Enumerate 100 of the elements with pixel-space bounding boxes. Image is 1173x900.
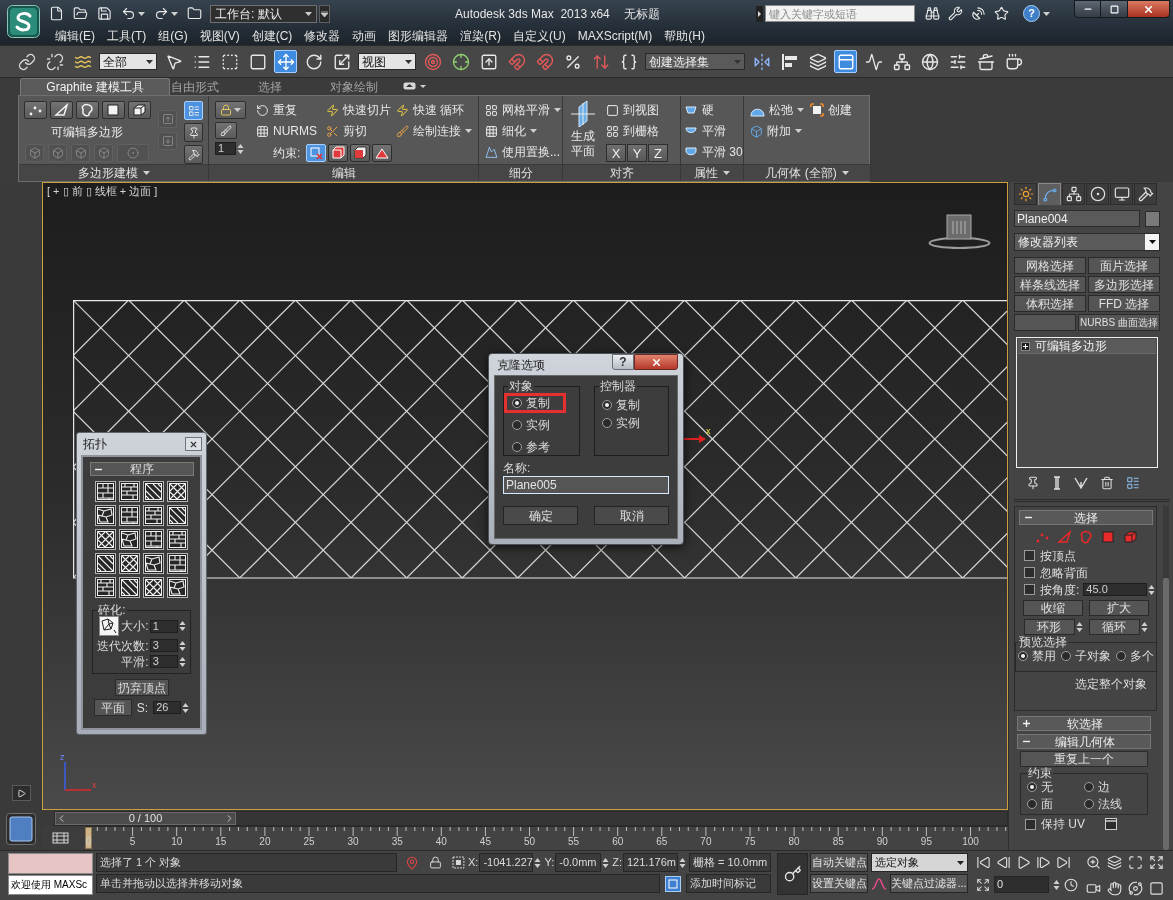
modifier-list-dropdown[interactable]: 修改器列表 [1014, 233, 1160, 251]
menu-item[interactable]: 创建(C) [251, 30, 293, 42]
repeat-last-button[interactable]: 重复上一个 [1020, 751, 1148, 767]
pattern-icon[interactable] [95, 553, 116, 574]
lock-icon[interactable] [429, 856, 443, 869]
spinner-arrows-icon[interactable] [1140, 621, 1148, 633]
checkbox[interactable] [1024, 567, 1035, 578]
selection-button[interactable]: 扩大 [1088, 600, 1149, 616]
sub-object-button[interactable] [75, 101, 99, 119]
object-name-field[interactable]: Plane004 [1014, 210, 1140, 227]
close-button[interactable] [185, 437, 202, 451]
align-button[interactable]: 到视图 [606, 102, 668, 118]
pattern-icon[interactable] [95, 529, 116, 550]
panel-tab[interactable] [1134, 183, 1157, 205]
rollout-header[interactable]: 选择 [1018, 510, 1153, 525]
radio-button[interactable] [512, 398, 522, 408]
scrollbar-thumb[interactable] [1163, 578, 1169, 850]
menu-item[interactable]: 帮助(H) [664, 30, 705, 42]
mode-button[interactable] [184, 145, 203, 164]
minimize-button[interactable] [1074, 0, 1101, 18]
close-button[interactable] [634, 354, 678, 370]
panel-tab[interactable] [1110, 183, 1133, 205]
edit-tool-button[interactable]: 绘制连接 [396, 123, 472, 139]
selection-button[interactable]: 环形 [1023, 619, 1075, 635]
expand-icon[interactable] [1149, 855, 1164, 870]
pattern-icon[interactable] [95, 481, 116, 502]
menu-item[interactable]: 修改器 [304, 30, 341, 42]
lock-button[interactable] [215, 101, 246, 119]
edit-tool-button[interactable]: 剪切 [326, 123, 367, 139]
star-icon[interactable] [994, 6, 1009, 21]
mode-button[interactable] [184, 123, 203, 142]
ribbon-tab[interactable]: 对象绘制 [320, 78, 388, 95]
pattern-icon[interactable] [95, 505, 116, 526]
pattern-icon[interactable] [143, 505, 164, 526]
panel-title[interactable]: 几何体 (全部) [765, 167, 837, 179]
expand-icon[interactable] [976, 877, 990, 892]
key-filters-button[interactable]: 关键点过滤器... [890, 874, 968, 893]
panel-tab[interactable] [1014, 183, 1037, 205]
binoculars-icon[interactable] [925, 6, 940, 21]
modifier-button[interactable]: 体积选择 [1014, 295, 1086, 312]
filled-square-icon[interactable] [1100, 530, 1115, 544]
modifier-button[interactable]: 样条线选择 [1014, 276, 1086, 293]
modifier-button[interactable]: NURBS 曲面选择 [1078, 314, 1160, 331]
plus-box-icon[interactable] [1021, 341, 1030, 351]
smoothing-button[interactable]: 平滑 [684, 123, 743, 139]
help-button[interactable]: ? [1023, 5, 1040, 22]
constraint-button[interactable] [328, 144, 349, 162]
current-frame-marker[interactable] [85, 827, 92, 849]
step-forward-icon[interactable] [1036, 855, 1051, 870]
key-mode-button[interactable] [777, 853, 808, 895]
discard-vertices-button[interactable]: 扔弃顶点 [114, 679, 169, 696]
modifier-button[interactable]: 网格选择 [1014, 257, 1086, 274]
folder-icon[interactable] [187, 6, 202, 21]
spinner-arrows-icon[interactable] [182, 701, 190, 714]
fork-icon[interactable] [1074, 476, 1088, 490]
menu-item[interactable]: 渲染(R) [460, 30, 501, 42]
time-slider-track[interactable]: 0 / 100 [54, 810, 1008, 826]
auto-key-button[interactable]: 自动关键点 [810, 853, 868, 872]
radio-button[interactable] [1060, 651, 1071, 661]
pattern-icon[interactable] [119, 481, 140, 502]
spinner-arrows-icon[interactable] [679, 856, 686, 869]
pattern-icon[interactable] [167, 481, 188, 502]
app-logo[interactable] [6, 5, 40, 38]
film-strip-icon[interactable] [52, 830, 69, 846]
spinner-field[interactable]: 45.0 [1083, 583, 1148, 596]
plus-icon[interactable] [1022, 719, 1031, 728]
pattern-icon[interactable] [143, 481, 164, 502]
window-icon[interactable] [1105, 818, 1117, 830]
coordinate-field[interactable]: -1041.227 [479, 853, 534, 872]
dotted-square-icon[interactable] [452, 856, 465, 869]
view-cube[interactable] [928, 211, 991, 251]
spinner-field[interactable]: 26 [153, 701, 182, 714]
play-icon[interactable] [1016, 855, 1031, 870]
align-button[interactable]: 到栅格 [606, 123, 668, 139]
geometry-button[interactable]: 附加 [750, 123, 802, 139]
move-icon[interactable] [274, 50, 297, 73]
panel-tab[interactable] [1086, 183, 1109, 205]
pin-icon[interactable] [1026, 476, 1040, 490]
layers-icon[interactable] [1107, 855, 1122, 870]
spinner-arrows-icon[interactable] [1075, 621, 1083, 633]
radio-button[interactable] [602, 400, 612, 410]
panel-title[interactable]: 多边形建模 [77, 167, 138, 179]
edit-tool-button[interactable]: 快速 循环 [396, 102, 465, 118]
pan-icon[interactable] [1107, 880, 1122, 896]
spinner-field[interactable]: 3 [149, 655, 178, 668]
satellite-dish-icon[interactable] [971, 6, 986, 21]
subdivide-button[interactable]: 细化 [485, 123, 561, 139]
sub-object-button[interactable] [23, 101, 47, 119]
subdivide-button[interactable]: 使用置换... [485, 144, 561, 160]
help-button[interactable]: ? [612, 354, 634, 370]
time-slider-thumb[interactable]: 0 / 100 [55, 811, 236, 825]
square-tile-icon[interactable] [6, 813, 36, 845]
workspace-dropdown[interactable]: 工作台: 默认 [210, 4, 317, 23]
wrench-icon[interactable] [948, 6, 963, 21]
constraint-button[interactable] [372, 144, 393, 162]
pattern-icon[interactable] [167, 529, 188, 550]
sub-object-button[interactable] [49, 101, 73, 119]
rollout-header[interactable]: 编辑几何体 [1017, 734, 1151, 749]
generate-plane-button[interactable]: 生成平面 [569, 99, 596, 164]
open-folder-icon[interactable] [73, 6, 88, 21]
